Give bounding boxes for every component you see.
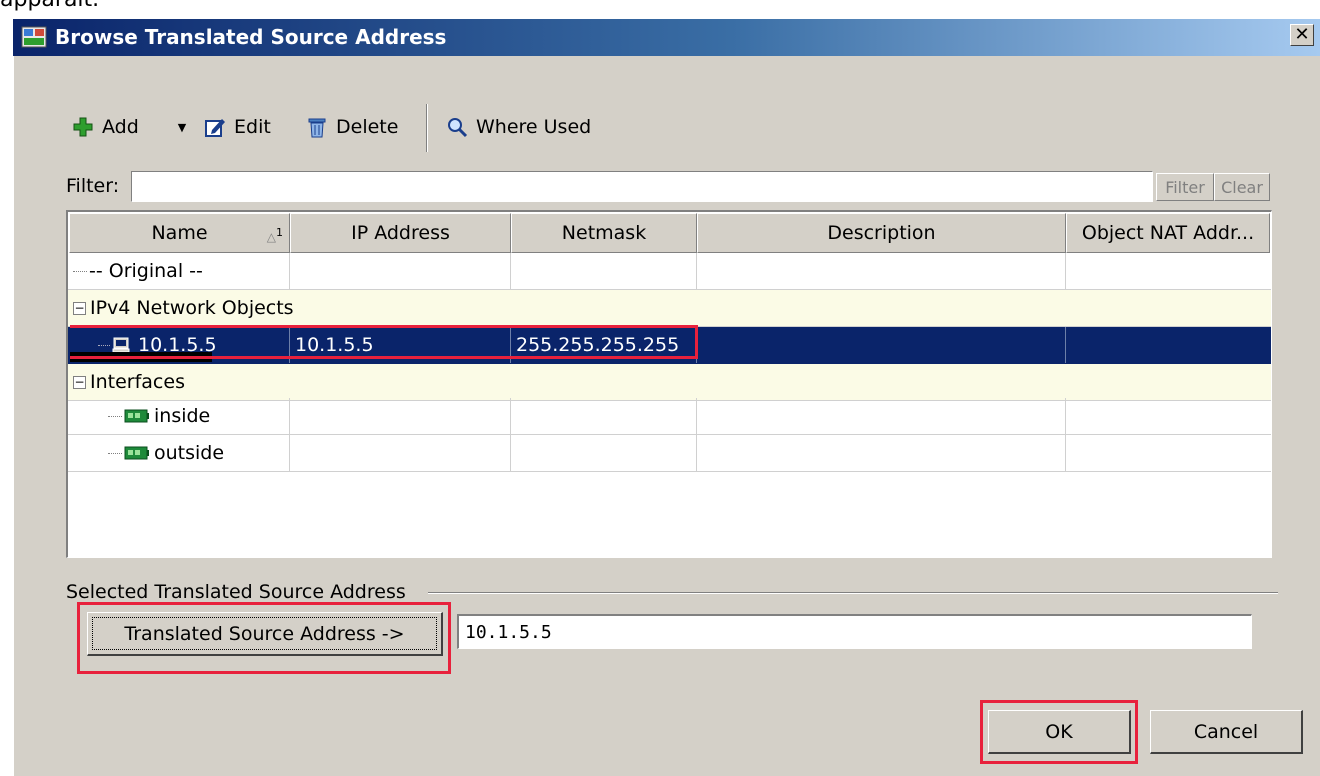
column-header-ip[interactable]: IP Address — [290, 213, 511, 253]
cell-object-nat — [1066, 398, 1271, 434]
translated-address-field[interactable]: 10.1.5.5 — [457, 614, 1252, 649]
ok-button[interactable]: OK — [988, 710, 1131, 754]
cell-description — [697, 253, 1066, 289]
highlight-selected-row — [70, 325, 698, 359]
toolbar-separator — [426, 104, 428, 152]
table-row[interactable]: -- Original -- — [68, 253, 1271, 290]
where-used-button[interactable]: Where Used — [446, 112, 591, 142]
delete-button[interactable]: Delete — [306, 112, 398, 142]
column-header-description[interactable]: Description — [697, 213, 1066, 253]
cell-name: -- Original -- — [68, 253, 290, 289]
edit-label: Edit — [234, 116, 271, 138]
cell-ip — [290, 435, 511, 471]
cancel-button[interactable]: Cancel — [1150, 710, 1303, 754]
cell-name: outside — [68, 435, 290, 471]
interface-icon — [124, 409, 149, 423]
tree-connector — [73, 270, 87, 272]
edit-icon — [205, 119, 225, 137]
where-used-label: Where Used — [476, 116, 592, 138]
column-header-netmask[interactable]: Netmask — [511, 213, 697, 253]
delete-label: Delete — [336, 116, 399, 138]
add-label: Add — [102, 116, 139, 138]
cell-ip — [290, 398, 511, 434]
edit-button[interactable]: Edit — [204, 112, 271, 142]
add-button[interactable]: Add — [72, 112, 139, 142]
filter-button[interactable]: Filter — [1156, 173, 1214, 201]
cell-netmask — [511, 398, 697, 434]
section-divider — [428, 592, 1278, 594]
translated-source-address-button[interactable]: Translated Source Address -> — [87, 612, 443, 656]
app-icon — [21, 26, 47, 48]
tree-group-interfaces[interactable]: − Interfaces — [68, 364, 1271, 401]
cell-description — [697, 327, 1066, 363]
interface-icon — [124, 446, 149, 460]
cell-object-nat — [1066, 435, 1271, 471]
plus-icon — [73, 117, 93, 137]
group-label: − IPv4 Network Objects — [73, 297, 294, 319]
collapse-icon[interactable]: − — [73, 375, 86, 389]
column-header-name[interactable]: Name △1 — [69, 213, 290, 253]
cell-name: inside — [68, 398, 290, 434]
search-icon — [448, 118, 468, 138]
column-header-object-nat[interactable]: Object NAT Addr... — [1066, 213, 1270, 253]
top-caption: apparait. — [0, 0, 99, 13]
clear-button[interactable]: Clear — [1214, 173, 1270, 201]
table-row[interactable]: inside — [68, 398, 1271, 435]
cell-netmask — [511, 435, 697, 471]
close-button[interactable]: ✕ — [1290, 24, 1314, 46]
cell-ip — [290, 253, 511, 289]
filter-input[interactable] — [131, 171, 1153, 202]
filter-label: Filter: — [66, 175, 120, 197]
sort-ascending-icon: △1 — [266, 226, 283, 244]
add-dropdown-button[interactable]: ▼ — [174, 115, 190, 139]
tree-connector — [108, 452, 122, 454]
window-title: Browse Translated Source Address — [55, 25, 447, 49]
chevron-down-icon: ▼ — [177, 120, 187, 134]
table-row[interactable]: outside — [68, 435, 1271, 472]
section-label: Selected Translated Source Address — [66, 581, 406, 603]
cell-netmask — [511, 253, 697, 289]
collapse-icon[interactable]: − — [73, 301, 86, 315]
trash-icon — [308, 118, 326, 138]
cell-description — [697, 398, 1066, 434]
group-label: − Interfaces — [73, 371, 185, 393]
tree-group-ipv4-network-objects[interactable]: − IPv4 Network Objects — [68, 290, 1271, 327]
tree-connector — [108, 415, 122, 417]
cell-object-nat — [1066, 253, 1271, 289]
close-icon: ✕ — [1294, 24, 1310, 45]
cell-object-nat — [1066, 327, 1271, 363]
cell-description — [697, 435, 1066, 471]
